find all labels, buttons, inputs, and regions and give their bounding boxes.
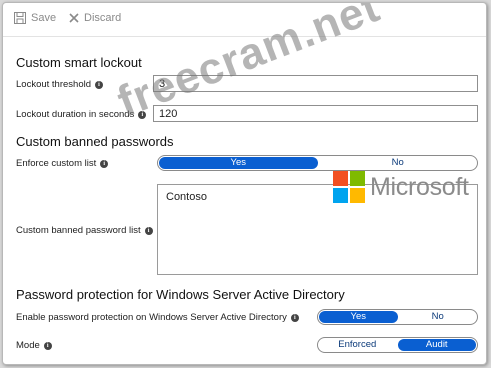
enable-yes-option[interactable]: Yes xyxy=(319,311,398,323)
mode-label: Mode i xyxy=(16,340,52,351)
mode-audit-option[interactable]: Audit xyxy=(397,339,476,351)
save-button[interactable]: Save xyxy=(14,12,56,24)
lockout-duration-text: Lockout duration in seconds xyxy=(16,109,135,120)
save-icon xyxy=(14,12,26,24)
smart-lockout-heading: Custom smart lockout xyxy=(16,55,142,70)
close-icon xyxy=(69,13,79,23)
lockout-threshold-label: Lockout threshold i xyxy=(16,79,103,90)
enable-ad-protection-label: Enable password protection on Windows Se… xyxy=(16,312,299,323)
mode-enforced-option[interactable]: Enforced xyxy=(318,338,397,352)
enable-no-option[interactable]: No xyxy=(399,310,478,324)
enforce-yes-option[interactable]: Yes xyxy=(159,157,318,169)
info-icon[interactable]: i xyxy=(100,159,109,168)
enable-ad-protection-text: Enable password protection on Windows Se… xyxy=(16,312,287,323)
toolbar: Save Discard xyxy=(3,3,486,37)
settings-panel: Save Discard Custom smart lockout Lockou… xyxy=(2,2,487,365)
discard-button[interactable]: Discard xyxy=(69,12,121,24)
info-icon[interactable]: i xyxy=(43,341,52,350)
lockout-threshold-input[interactable]: 3 xyxy=(153,75,478,92)
info-icon[interactable]: i xyxy=(138,110,147,119)
mode-text: Mode xyxy=(16,340,40,351)
enable-ad-protection-toggle[interactable]: Yes No xyxy=(317,309,478,325)
enforce-custom-list-toggle[interactable]: Yes No xyxy=(157,155,478,171)
lockout-duration-input[interactable]: 120 xyxy=(153,105,478,122)
info-icon[interactable]: i xyxy=(144,226,153,235)
info-icon[interactable]: i xyxy=(290,313,299,322)
mode-toggle[interactable]: Enforced Audit xyxy=(317,337,478,353)
banned-passwords-heading: Custom banned passwords xyxy=(16,134,174,149)
custom-banned-list-label: Custom banned password list i xyxy=(16,225,153,236)
enforce-custom-list-text: Enforce custom list xyxy=(16,158,97,169)
custom-banned-list-text: Custom banned password list xyxy=(16,225,141,236)
save-label: Save xyxy=(31,12,57,24)
discard-label: Discard xyxy=(84,12,122,24)
info-icon[interactable]: i xyxy=(95,80,103,89)
lockout-duration-label: Lockout duration in seconds i xyxy=(16,109,147,120)
ad-protection-heading: Password protection for Windows Server A… xyxy=(16,287,345,302)
custom-banned-list-textarea[interactable]: Contoso xyxy=(157,184,478,275)
enforce-custom-list-label: Enforce custom list i xyxy=(16,158,109,169)
enforce-no-option[interactable]: No xyxy=(319,156,478,170)
lockout-threshold-text: Lockout threshold xyxy=(16,79,91,90)
